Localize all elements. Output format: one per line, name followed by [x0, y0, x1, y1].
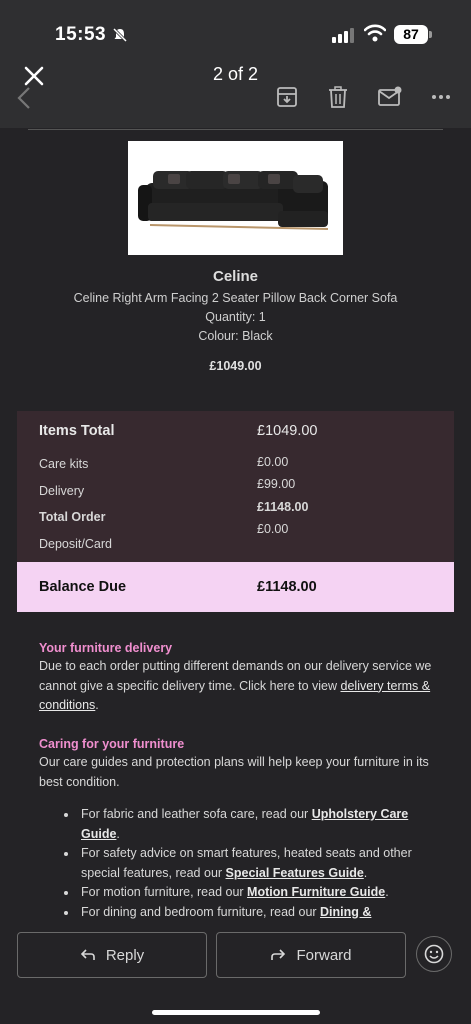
care-guides-list: For fabric and leather sofa care, read o… [62, 805, 442, 922]
product-quantity: Quantity: 1 [205, 310, 266, 324]
email-toolbar: 2 of 2 [0, 56, 471, 128]
mark-unread-icon[interactable] [377, 86, 403, 108]
list-item: For safety advice on smart features, hea… [62, 844, 442, 883]
status-bar: 15:53 87 [0, 0, 471, 56]
product-image [128, 141, 343, 255]
items-total-value: £1049.00 [257, 423, 318, 439]
deposit-value: £0.00 [257, 522, 289, 536]
list-item: For fabric and leather sofa care, read o… [62, 805, 442, 844]
wifi-icon [364, 24, 386, 42]
back-icon[interactable] [16, 86, 32, 110]
delivery-value: £99.00 [257, 477, 296, 491]
care-kits-label: Care kits [39, 457, 89, 471]
balance-due-row: Balance Due £1148.00 [17, 562, 454, 612]
care-section-text: Our care guides and protection plans wil… [39, 755, 429, 789]
special-features-guide-link[interactable]: Special Features Guide [226, 866, 364, 880]
bullet-end: . [385, 885, 389, 899]
delivery-text-end: . [95, 698, 99, 712]
total-order-label: Total Order [39, 510, 106, 524]
archive-icon[interactable] [276, 86, 298, 108]
reply-bar: Reply Forward [0, 920, 471, 1024]
product-description: Celine Right Arm Facing 2 Seater Pillow … [73, 291, 398, 305]
more-options-icon[interactable] [431, 94, 451, 100]
total-order-value: £1148.00 [257, 500, 309, 514]
bell-muted-icon [112, 27, 128, 43]
order-totals-panel: Items Total £1049.00 Care kits £0.00 Del… [17, 411, 454, 562]
emoji-reaction-button[interactable] [416, 936, 452, 972]
battery-cap [429, 31, 432, 38]
status-time: 15:53 [55, 24, 107, 45]
bullet-text: For motion furniture, read our [81, 885, 248, 899]
home-indicator [152, 1010, 320, 1015]
divider [28, 129, 443, 130]
product-name: Celine [212, 268, 258, 285]
forward-icon [271, 949, 286, 960]
care-section-title: Caring for your furniture [39, 737, 185, 751]
reply-label: Reply [105, 946, 145, 964]
balance-due-value: £1148.00 [257, 579, 317, 595]
bullet-end: . [363, 865, 368, 880]
care-kits-value: £0.00 [257, 455, 289, 469]
bullet-text: For dining and bedroom furniture, read o… [81, 904, 321, 919]
forward-button[interactable]: Forward [216, 932, 406, 978]
product-price: £1049.00 [209, 359, 262, 373]
signal-icon [332, 28, 354, 43]
reply-button[interactable]: Reply [17, 932, 207, 978]
motion-furniture-guide-link[interactable]: Motion Furniture Guide [247, 885, 385, 899]
balance-due-label: Balance Due [39, 579, 127, 595]
delivery-section-text: Due to each order putting different dema… [39, 657, 439, 716]
list-item: For motion furniture, read our Motion Fu… [62, 883, 442, 903]
delivery-label: Delivery [39, 484, 85, 498]
items-total-label: Items Total [39, 423, 115, 439]
smiley-icon [424, 944, 444, 964]
deposit-label: Deposit/Card [39, 537, 112, 551]
message-pager: 2 of 2 [212, 64, 259, 84]
product-colour: Colour: Black [198, 329, 273, 343]
reply-icon [80, 949, 95, 960]
delivery-section-title: Your furniture delivery [39, 641, 173, 655]
bullet-end: . [116, 826, 120, 841]
forward-label: Forward [296, 946, 352, 964]
battery-indicator: 87 [394, 25, 428, 44]
bullet-text: For fabric and leather sofa care, read o… [81, 807, 312, 821]
sofa-image [138, 171, 329, 230]
dining-guide-link[interactable]: Dining & [320, 905, 371, 919]
trash-icon[interactable] [328, 86, 348, 108]
